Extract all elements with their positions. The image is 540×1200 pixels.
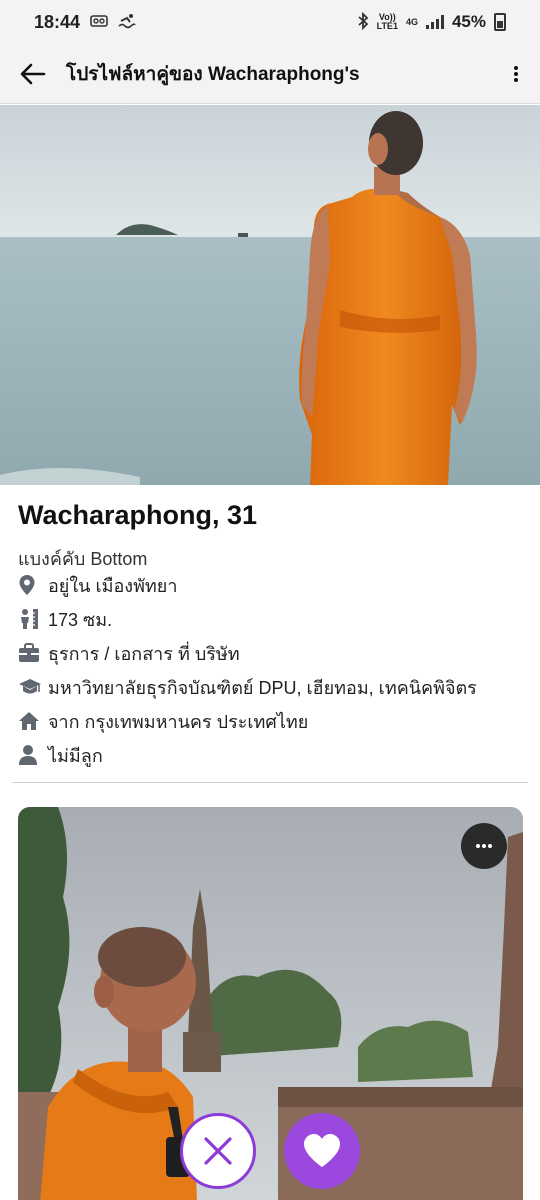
detail-location: อยู่ใน เมืองพัทยา <box>18 568 522 602</box>
briefcase-icon <box>18 641 46 665</box>
back-arrow-icon <box>20 63 46 84</box>
profile-photo-main[interactable] <box>0 105 540 485</box>
network-bottom: LTE1 <box>376 21 398 31</box>
more-options-button[interactable] <box>492 44 540 104</box>
status-left: 18:44 <box>34 12 136 33</box>
profile-info: Wacharaphong, 31 แบงค์คับ Bottom อยู่ใน … <box>18 500 522 772</box>
pass-button[interactable] <box>180 1113 256 1189</box>
person-icon <box>18 743 46 767</box>
photo-sea-monk <box>0 105 540 485</box>
detail-height: 173 ซม. <box>18 602 522 636</box>
detail-work: ธุรการ / เอกสาร ที่ บริษัท <box>18 636 522 670</box>
profile-name-age: Wacharaphong, 31 <box>18 500 258 530</box>
signal-icon <box>425 15 444 29</box>
network-gen-label: 4G <box>405 16 418 27</box>
detail-education: มหาวิทยาลัยธุรกิจบัณฑิตย์ DPU, เฮียทอม, … <box>18 670 522 704</box>
profile-tagline: แบงค์คับ Bottom <box>18 549 148 569</box>
home-icon <box>18 709 46 733</box>
voicemail-icon <box>90 14 108 31</box>
bluetooth-icon <box>357 11 369 33</box>
detail-education-text: มหาวิทยาลัยธุรกิจบัณฑิตย์ DPU, เฮียทอม, … <box>48 677 477 698</box>
detail-height-text: 173 ซม. <box>48 609 113 630</box>
swimming-icon <box>118 13 136 32</box>
heart-icon <box>304 1134 340 1167</box>
detail-hometown-text: จาก กรุงเทพมหานคร ประเทศไทย <box>48 711 309 732</box>
detail-hometown: จาก กรุงเทพมหานคร ประเทศไทย <box>18 704 522 738</box>
graduation-cap-icon <box>18 675 46 699</box>
detail-children: ไม่มีลูก <box>18 738 522 772</box>
more-horizontal-icon <box>476 844 492 848</box>
page-title: โปรไฟล์หาคู่ของ Wacharaphong's <box>66 63 360 85</box>
app-bar: โปรไฟล์หาคู่ของ Wacharaphong's <box>0 44 540 104</box>
detail-work-text: ธุรการ / เอกสาร ที่ บริษัท <box>48 643 240 664</box>
status-bar: 18:44 Vo)) LTE1 4G 45% <box>0 0 540 44</box>
photo-temple-monk <box>18 807 523 1200</box>
profile-photo-card[interactable] <box>18 807 523 1200</box>
back-button[interactable] <box>0 44 66 104</box>
battery-percent: 45% <box>451 12 486 31</box>
like-button[interactable] <box>284 1113 360 1189</box>
more-vertical-icon <box>514 65 518 82</box>
battery-icon <box>494 13 506 31</box>
close-icon <box>204 1137 232 1165</box>
network-label: Vo)) LTE1 <box>377 13 398 31</box>
status-right: Vo)) LTE1 4G 45% <box>357 11 506 33</box>
divider <box>12 782 528 783</box>
detail-children-text: ไม่มีลูก <box>48 745 103 766</box>
location-pin-icon <box>18 573 46 597</box>
height-icon <box>18 607 46 631</box>
detail-location-text: อยู่ใน เมืองพัทยา <box>48 575 178 596</box>
photo-more-button[interactable] <box>461 823 507 869</box>
status-time: 18:44 <box>34 11 81 32</box>
